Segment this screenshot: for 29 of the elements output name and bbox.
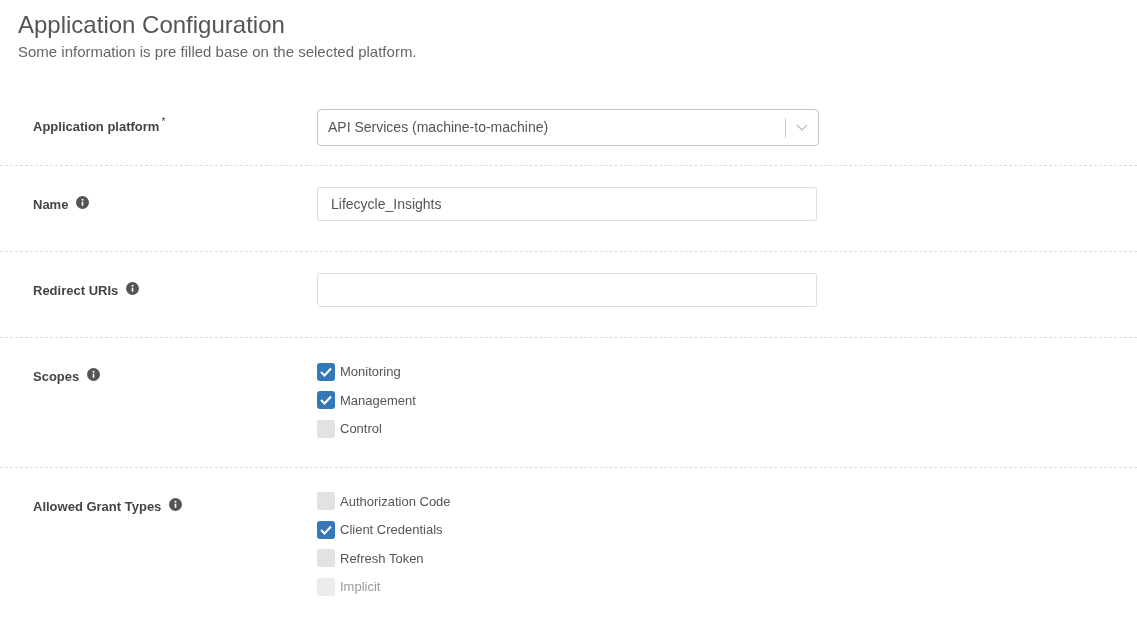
checkbox-label: Monitoring [340, 363, 401, 381]
checkbox[interactable] [317, 520, 335, 539]
checkbox[interactable] [317, 391, 335, 410]
field-label: Allowed Grant Types [33, 497, 162, 516]
checkbox-label: Implicit [340, 578, 381, 596]
checkbox-label: Management [340, 391, 416, 410]
page-title: Application Configuration [18, 10, 286, 40]
checkbox[interactable] [317, 419, 335, 438]
checkbox[interactable] [317, 549, 335, 568]
field-label: Redirect URIs [33, 282, 119, 300]
page-subtitle: Some information is pre filled base on the selected platform. [18, 42, 418, 62]
checkbox-label: Authorization Code [340, 492, 451, 511]
text-field[interactable]: Lifecycle_Insights [317, 187, 817, 221]
info-icon[interactable] [87, 368, 101, 381]
field-label: Scopes [33, 368, 80, 386]
checkbox[interactable] [317, 362, 335, 381]
info-icon[interactable] [169, 497, 183, 511]
checkbox-label: Client Credentials [340, 521, 443, 539]
required-mark: * [161, 115, 166, 129]
text-field[interactable] [317, 273, 817, 307]
checkbox-label: Control [340, 420, 382, 438]
field-label: Name [33, 196, 69, 214]
field-label: Application platform [33, 118, 160, 136]
platform-select[interactable]: API Services (machine-to-machine) [317, 109, 819, 146]
checkbox-label: Refresh Token [340, 549, 424, 568]
select-value: API Services (machine-to-machine) [328, 118, 550, 137]
info-icon[interactable] [76, 196, 90, 209]
info-icon[interactable] [126, 282, 140, 295]
checkbox[interactable] [317, 492, 335, 511]
